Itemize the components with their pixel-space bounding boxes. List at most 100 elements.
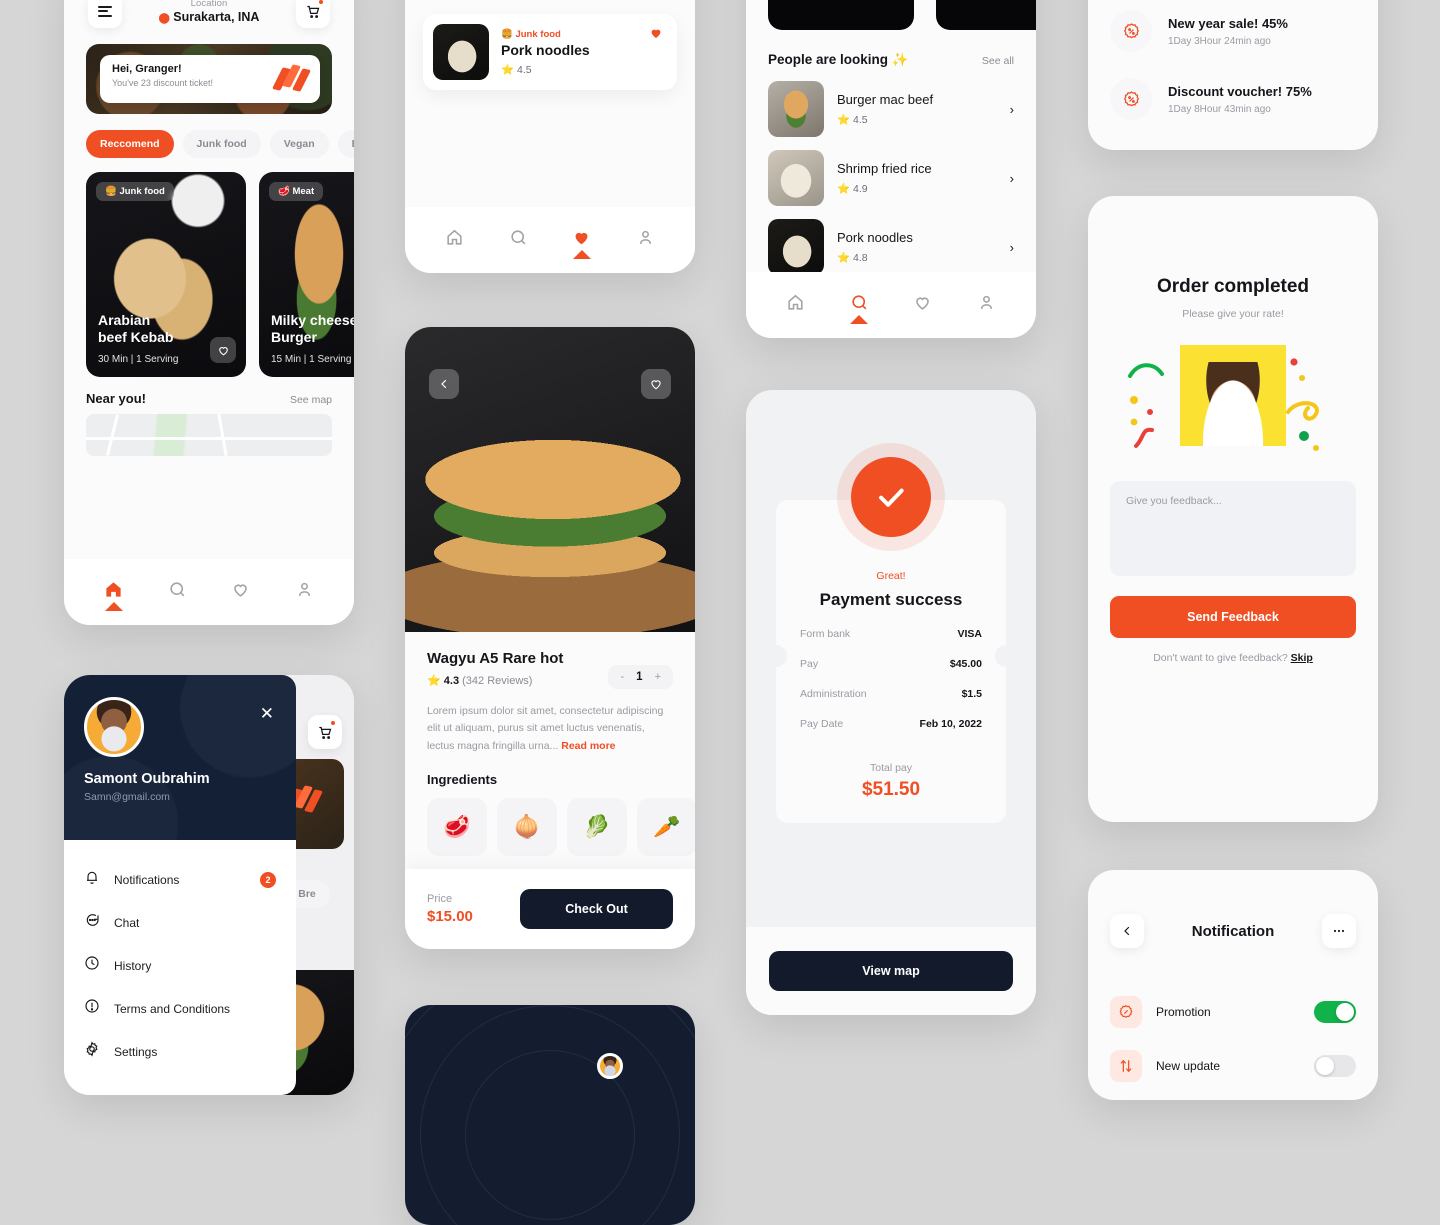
promo-card: Hei, Granger! You've 23 discount ticket!: [100, 55, 320, 103]
table-row: Pay Date Feb 10, 2022: [800, 718, 982, 730]
promotion-toggle[interactable]: [1314, 1001, 1356, 1023]
send-feedback-button[interactable]: Send Feedback: [1110, 596, 1356, 638]
near-you-title: Near you!: [86, 391, 146, 406]
ingredient-item[interactable]: 🥬: [567, 797, 627, 856]
promotions-screen: New year sale! 45% 1Day 3Hour 24min ago …: [1088, 0, 1378, 150]
chevron-right-icon[interactable]: ›: [1010, 102, 1014, 117]
menu-item-terms[interactable]: Terms and Conditions: [64, 987, 296, 1030]
food-card-kebab[interactable]: 🍔 Junk food Arabian beef Kebab 30 Min | 1…: [86, 172, 246, 377]
location-block[interactable]: Location ⬤ Surakarta, INA: [159, 0, 260, 24]
tab-active-indicator: [104, 602, 123, 611]
tab-profile[interactable]: [636, 228, 655, 252]
category-chip-reccomend[interactable]: Reccomend: [86, 130, 174, 158]
page-title: Order completed: [1156, 276, 1310, 297]
cart-icon[interactable]: [308, 715, 342, 749]
food-detail-screen: Wagyu A5 Rare hot ⭐ 4.3 (342 Reviews) Lo…: [405, 327, 695, 949]
heart-filled-icon[interactable]: [649, 26, 663, 43]
heart-outline-icon[interactable]: [641, 369, 671, 399]
hamburger-icon[interactable]: [88, 0, 122, 28]
tab-profile[interactable]: [295, 580, 314, 604]
tab-search[interactable]: [509, 228, 528, 252]
tab-favourites[interactable]: [231, 580, 250, 604]
list-item[interactable]: Burger mac beef ⭐ 4.5 ›: [746, 68, 1036, 137]
menu-item-history[interactable]: History: [64, 944, 296, 987]
map-screen: [405, 1005, 695, 1225]
see-all-link[interactable]: See all: [982, 55, 1014, 67]
promo-title: Discount voucher! 75%: [1168, 83, 1312, 99]
mini-map[interactable]: [86, 414, 332, 456]
row-value: VISA: [957, 628, 982, 640]
tab-favourites[interactable]: [913, 293, 932, 317]
chevron-right-icon[interactable]: ›: [1010, 240, 1014, 255]
clock-icon: [84, 955, 100, 976]
list-item[interactable]: Pork noodles ⭐ 4.8 ›: [746, 206, 1036, 275]
tab-active-indicator: [572, 250, 591, 259]
tab-home[interactable]: [445, 228, 464, 252]
map-user-pin[interactable]: [597, 1053, 623, 1079]
food-card-kebab[interactable]: Kebab: [936, 0, 1036, 30]
list-item: Promotion: [1088, 974, 1378, 1028]
ellipsis-icon[interactable]: [1322, 914, 1356, 948]
read-more-link[interactable]: Read more: [561, 740, 615, 752]
ingredient-item[interactable]: 🥩: [427, 797, 487, 856]
row-key: Administration: [800, 688, 867, 700]
skip-link[interactable]: Skip: [1291, 652, 1313, 664]
menu-item-settings[interactable]: Settings: [64, 1030, 296, 1073]
bottom-tabbar: [746, 272, 1036, 338]
decrement-button[interactable]: -: [620, 671, 624, 683]
ingredient-item[interactable]: 🧅: [497, 797, 557, 856]
food-rating: ⭐ 4.5: [837, 114, 868, 126]
check-out-button[interactable]: Check Out: [520, 889, 673, 929]
star-icon: ⭐: [427, 675, 441, 687]
chevron-right-icon[interactable]: ›: [1010, 171, 1014, 186]
cart-icon[interactable]: [296, 0, 330, 28]
ingredient-item[interactable]: 🥕: [637, 797, 695, 856]
list-item[interactable]: Shrimp fried rice ⭐ 4.9 ›: [746, 137, 1036, 206]
chevron-left-icon[interactable]: [1110, 914, 1144, 948]
food-rating: ⭐ 4.8: [837, 252, 868, 264]
tab-home[interactable]: [786, 293, 805, 317]
category-chip-breakfast[interactable]: Bre: [337, 130, 354, 158]
list-item[interactable]: 🍔 Junk food Pork noodles ⭐ 4.5: [423, 14, 677, 90]
favourites-screen: 🍔 Junk food Pork noodles ⭐ 4.5: [405, 0, 695, 273]
discount-badge-icon: [1110, 10, 1152, 52]
notification-badge: 2: [260, 871, 276, 888]
list-item: New update: [1088, 1028, 1378, 1082]
food-card-kebab[interactable]: Kebab: [768, 0, 914, 30]
feedback-placeholder: Give you feedback...: [1126, 495, 1222, 507]
table-row: Form bank VISA: [800, 628, 982, 640]
chevron-left-icon[interactable]: [429, 369, 459, 399]
ticket-notch-left: [765, 645, 787, 667]
menu-item-label: Chat: [114, 915, 140, 930]
category-chip-junk-food[interactable]: Junk food: [182, 130, 261, 158]
category-chip-vegan[interactable]: Vegan: [269, 130, 329, 158]
star-icon: ⭐: [837, 252, 851, 264]
heart-outline-icon[interactable]: [210, 337, 236, 363]
star-icon: ⭐: [837, 114, 851, 126]
radar-rings: [405, 1005, 695, 1225]
increment-button[interactable]: +: [655, 671, 661, 683]
list-item[interactable]: Discount voucher! 75% 1Day 8Hour 43min a…: [1088, 78, 1378, 120]
close-icon[interactable]: ✕: [260, 705, 274, 722]
list-item[interactable]: New year sale! 45% 1Day 3Hour 24min ago: [1088, 10, 1378, 52]
view-map-button[interactable]: View map: [769, 951, 1013, 991]
tab-home[interactable]: [104, 580, 123, 611]
food-card-tag: 🥩 Meat: [269, 182, 324, 201]
food-card-burger[interactable]: 🥩 Meat Milky cheese Burger 15 Min | 1 Ser…: [259, 172, 354, 377]
checkout-bar: Price $15.00 Check Out: [405, 869, 695, 949]
tab-search[interactable]: [168, 580, 187, 604]
menu-item-chat[interactable]: Chat: [64, 901, 296, 944]
tab-search[interactable]: [850, 293, 869, 324]
food-card-tag: 🍔 Junk food: [96, 182, 174, 201]
promo-banner[interactable]: Hei, Granger! You've 23 discount ticket!: [86, 44, 332, 114]
feedback-input[interactable]: Give you feedback...: [1110, 481, 1356, 576]
new-update-toggle[interactable]: [1314, 1055, 1356, 1077]
tab-profile[interactable]: [977, 293, 996, 317]
see-map-link[interactable]: See map: [290, 394, 332, 406]
food-thumbnail: [768, 219, 824, 275]
menu-item-notifications[interactable]: Notifications 2: [64, 858, 296, 901]
tab-favourites[interactable]: [572, 228, 591, 259]
skip-prefix: Don't want to give feedback?: [1153, 652, 1291, 664]
menu-item-label: Notifications: [114, 872, 180, 887]
gear-icon: [84, 1041, 100, 1062]
